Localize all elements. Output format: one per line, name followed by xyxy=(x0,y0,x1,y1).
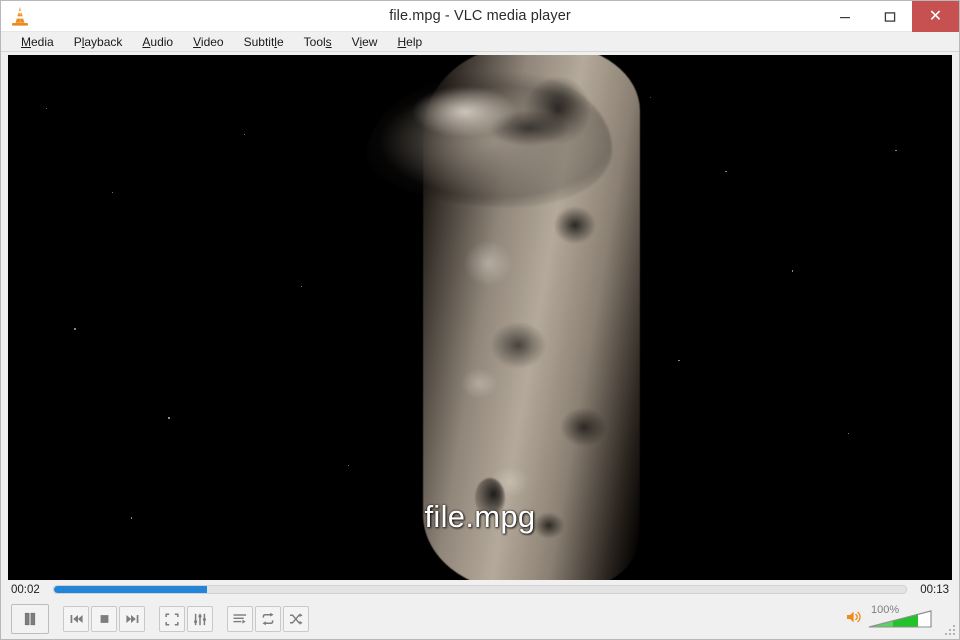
playlist-icon xyxy=(233,614,247,624)
star xyxy=(725,170,727,172)
fullscreen-icon xyxy=(165,613,179,625)
menu-item-playback[interactable]: Playback xyxy=(64,32,133,52)
menu-item-media[interactable]: Media xyxy=(11,32,64,52)
minimize-button[interactable] xyxy=(822,1,867,32)
loop-button[interactable] xyxy=(255,606,281,632)
window-title: file.mpg - VLC media player xyxy=(389,7,571,24)
speaker-icon[interactable] xyxy=(845,609,863,630)
video-surface[interactable]: file.mpg xyxy=(8,55,952,580)
menu-item-subtitle[interactable]: Subtitle xyxy=(234,32,294,52)
remaining-time[interactable]: 00:13 xyxy=(915,584,949,596)
playlist-button[interactable] xyxy=(227,606,253,632)
seek-progress-fill xyxy=(54,586,208,593)
resize-grip[interactable] xyxy=(943,623,955,635)
star xyxy=(895,149,897,151)
transport-group xyxy=(63,606,145,632)
star xyxy=(45,107,48,109)
minimize-icon xyxy=(839,16,850,18)
extended-settings-button[interactable] xyxy=(187,606,213,632)
shuffle-icon xyxy=(290,613,303,625)
seek-row: 00:02 00:13 xyxy=(1,580,959,599)
stop-button[interactable] xyxy=(91,606,117,632)
star xyxy=(347,464,350,466)
title-bar: file.mpg - VLC media player ✕ xyxy=(1,1,959,32)
elapsed-time[interactable]: 00:02 xyxy=(11,584,45,596)
vlc-window: file.mpg - VLC media player ✕ Media Play… xyxy=(0,0,960,640)
menu-item-help[interactable]: Help xyxy=(387,32,432,52)
volume-slider[interactable]: 100% xyxy=(867,604,935,630)
menu-item-view[interactable]: View xyxy=(342,32,388,52)
stop-icon xyxy=(100,615,108,623)
star xyxy=(848,433,850,435)
previous-icon xyxy=(70,615,83,623)
control-bar: 100% xyxy=(1,599,959,639)
star xyxy=(300,286,302,288)
volume-control: 100% xyxy=(845,604,951,630)
vlc-cone-icon xyxy=(9,5,31,27)
star xyxy=(74,328,76,330)
video-container: file.mpg xyxy=(1,52,959,580)
maximize-icon xyxy=(884,11,895,22)
close-button[interactable]: ✕ xyxy=(912,1,959,32)
menu-item-video[interactable]: Video xyxy=(183,32,233,52)
close-icon: ✕ xyxy=(928,7,943,25)
previous-button[interactable] xyxy=(63,606,89,632)
menu-item-audio[interactable]: Audio xyxy=(132,32,183,52)
menu-bar: Media Playback Audio Video Subtitle Tool… xyxy=(1,32,959,52)
shuffle-button[interactable] xyxy=(283,606,309,632)
subtitle-overlay: file.mpg xyxy=(424,499,536,535)
loop-icon xyxy=(262,612,274,626)
star xyxy=(678,359,680,361)
fullscreen-button[interactable] xyxy=(159,606,185,632)
next-icon xyxy=(125,615,138,623)
next-button[interactable] xyxy=(119,606,145,632)
window-controls: ✕ xyxy=(822,1,959,32)
star xyxy=(111,191,114,193)
pause-button[interactable] xyxy=(11,604,49,634)
star xyxy=(244,133,246,136)
menu-item-tools[interactable]: Tools xyxy=(294,32,342,52)
seek-slider[interactable] xyxy=(53,585,907,594)
view-group xyxy=(159,606,213,632)
playlist-group xyxy=(227,606,309,632)
star xyxy=(791,270,793,272)
equalizer-icon xyxy=(194,613,206,625)
maximize-button[interactable] xyxy=(867,1,912,32)
star xyxy=(168,417,170,419)
pause-icon xyxy=(24,612,36,626)
